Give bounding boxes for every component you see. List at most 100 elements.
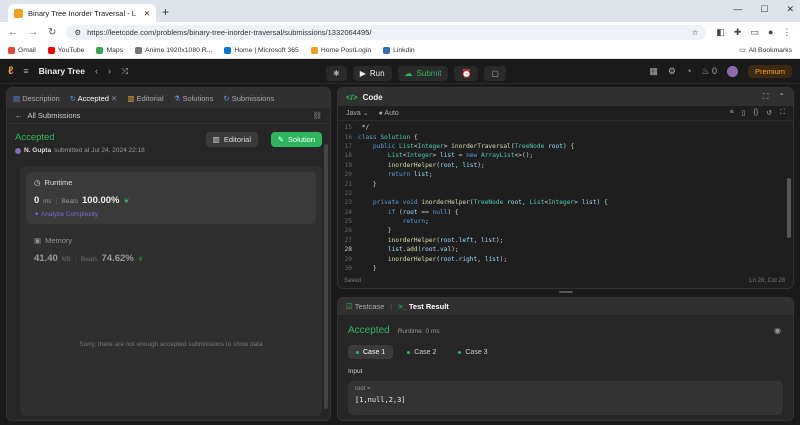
code-title: Code bbox=[362, 92, 383, 102]
test-result-panel: ☑ Testcase | >_ Test Result Accepted Run… bbox=[337, 297, 794, 421]
notifications-icon[interactable]: ◔ bbox=[686, 66, 691, 76]
bookmark-anime[interactable]: Anime 1920x1080 R... bbox=[135, 46, 212, 54]
memory-beats-value: 74.62% bbox=[101, 253, 134, 264]
case-2-button[interactable]: Case 2 bbox=[399, 345, 444, 359]
tab-solutions[interactable]: ⚗ Solutions bbox=[174, 94, 214, 103]
reset-icon[interactable]: ↺ bbox=[766, 109, 772, 117]
close-window-icon[interactable]: ✕ bbox=[786, 4, 794, 15]
bookmark-linkdin[interactable]: Linkdin bbox=[383, 46, 415, 54]
new-tab-icon[interactable]: + bbox=[162, 5, 169, 19]
code-line: 25 return; bbox=[344, 218, 429, 226]
bookmark-postlogin[interactable]: Home PostLogin bbox=[310, 46, 371, 54]
resize-handle[interactable] bbox=[558, 291, 573, 293]
collapse-icon[interactable]: ⌃ bbox=[778, 92, 785, 102]
input-var: root = bbox=[355, 386, 371, 392]
memory-card[interactable]: ▣ Memory 41.40 MB | Beats 74.62% ❦ bbox=[26, 224, 316, 264]
tab-description[interactable]: ▤ Description bbox=[13, 94, 60, 103]
all-bookmarks[interactable]: ▭ All Bookmarks bbox=[739, 46, 792, 55]
result-tabs: ☑ Testcase | >_ Test Result bbox=[338, 298, 793, 315]
bookmark-microsoft[interactable]: Home | Microsoft 365 bbox=[224, 46, 299, 54]
case-tabs: Case 1 Case 2 Case 3 bbox=[338, 336, 793, 359]
reload-icon[interactable]: ↻ bbox=[48, 27, 56, 38]
code-editor[interactable]: 15 */ 16 class Solution { 17 public List <… bbox=[338, 123, 793, 272]
code-scrollbar[interactable] bbox=[787, 178, 791, 238]
editorial-button[interactable]: ▥ Editorial bbox=[205, 132, 258, 147]
bookmark-maps[interactable]: Maps bbox=[96, 46, 123, 54]
menu-icon[interactable]: ⋮ bbox=[782, 27, 791, 38]
premium-button[interactable]: Premium bbox=[747, 64, 792, 78]
submit-button[interactable]: ☁ Submit bbox=[397, 66, 449, 81]
tab-submissions[interactable]: ↻ Submissions bbox=[223, 94, 274, 103]
code-line: 30 } bbox=[344, 265, 377, 273]
list-icon[interactable]: ≡ bbox=[23, 66, 28, 76]
expand-icon[interactable]: ⛶ bbox=[763, 92, 769, 102]
layout-icon[interactable]: ▦ bbox=[649, 66, 658, 77]
runtime-value: 0 bbox=[34, 195, 40, 206]
submission-time: submitted at Jul 24, 2024 22:18 bbox=[54, 147, 145, 154]
tab-testcase[interactable]: ☑ Testcase bbox=[346, 302, 384, 311]
language-select[interactable]: Java ⌄ bbox=[346, 109, 369, 117]
fullscreen-icon[interactable]: ⛶ bbox=[780, 109, 785, 117]
bookmark-youtube[interactable]: YouTube bbox=[47, 46, 84, 54]
back-arrow-icon[interactable]: ← bbox=[15, 111, 23, 120]
analyze-complexity-link[interactable]: ✦ Analyze Complexity bbox=[34, 210, 308, 218]
code-line: 16 class Solution { bbox=[344, 133, 418, 141]
debug-button[interactable]: ✱ bbox=[326, 66, 347, 81]
case-1-button[interactable]: Case 1 bbox=[348, 345, 394, 359]
pencil-icon: ✎ bbox=[277, 135, 284, 144]
code-line: 19 inorderHelper(root, list); bbox=[344, 161, 485, 169]
streak-icon[interactable]: ♨ 0 bbox=[701, 66, 717, 77]
notes-button[interactable]: ▢ bbox=[484, 66, 506, 81]
problem-list-title[interactable]: Binary Tree bbox=[39, 66, 85, 76]
avatar[interactable] bbox=[726, 65, 738, 77]
streak-count: 0 bbox=[711, 65, 717, 76]
saved-status: Saved bbox=[344, 278, 362, 284]
forward-icon[interactable]: → bbox=[28, 27, 38, 38]
address-bar-row: ← → ↻ ⚙ https://leetcode.com/problems/bi… bbox=[0, 22, 800, 42]
run-button[interactable]: ▶ Run bbox=[352, 66, 392, 81]
close-tab-accepted-icon[interactable]: ✕ bbox=[111, 94, 117, 103]
leetcode-logo-icon[interactable]: ℓ bbox=[8, 65, 13, 77]
site-info-icon[interactable]: ⚙ bbox=[74, 28, 81, 37]
auto-indicator[interactable]: ● Auto bbox=[379, 110, 399, 117]
maximize-icon[interactable]: ☐ bbox=[760, 4, 768, 15]
extension-icon[interactable]: ◧ bbox=[716, 27, 725, 38]
braces-icon[interactable]: {} bbox=[754, 109, 759, 117]
window-controls: — ☐ ✕ bbox=[733, 4, 794, 15]
share-link-icon[interactable]: ⛓ bbox=[312, 111, 322, 120]
puzzle-icon[interactable]: ✚ bbox=[734, 27, 742, 38]
tab-test-result[interactable]: >_ Test Result bbox=[398, 302, 449, 311]
all-submissions-link[interactable]: All Submissions bbox=[28, 111, 81, 120]
minimize-icon[interactable]: — bbox=[733, 4, 742, 15]
leaf-icon: ❦ bbox=[137, 256, 144, 263]
leaf-icon: ❦ bbox=[123, 198, 130, 205]
sidepanel-icon[interactable]: ▭ bbox=[750, 27, 759, 38]
code-line: 18 List < Integer > list = new ArrayList <>(… bbox=[344, 152, 534, 160]
eye-icon[interactable]: ◉ bbox=[774, 326, 781, 335]
cursor-position: Ln 28, Col 28 bbox=[749, 278, 785, 284]
next-problem-icon[interactable]: › bbox=[108, 66, 111, 76]
submission-user[interactable]: N. Gupta bbox=[24, 147, 51, 154]
runtime-card[interactable]: ◷ Runtime 0 ms | Beats 100.00% ❦ ✦ Analyz… bbox=[26, 172, 316, 224]
profile-icon[interactable]: ● bbox=[768, 27, 773, 38]
notes-icon: ▢ bbox=[491, 69, 499, 78]
timer-button[interactable]: ⏰ bbox=[454, 66, 479, 81]
code-line: 26 } bbox=[344, 227, 392, 235]
browser-tab[interactable]: Binary Tree Inorder Traversal - L ✕ bbox=[8, 4, 156, 22]
tab-editorial[interactable]: ▥ Editorial bbox=[127, 94, 163, 103]
star-icon[interactable]: ☆ bbox=[692, 28, 699, 37]
tab-accepted[interactable]: ↻ Accepted ✕ bbox=[70, 94, 118, 103]
close-tab-icon[interactable]: ✕ bbox=[144, 9, 150, 18]
bookmark-icon[interactable]: ▯ bbox=[742, 109, 746, 117]
solution-button[interactable]: ✎ Solution bbox=[270, 132, 322, 147]
prev-problem-icon[interactable]: ‹ bbox=[95, 66, 98, 76]
format-icon[interactable]: ≡ bbox=[730, 109, 734, 117]
left-scrollbar[interactable] bbox=[324, 144, 328, 409]
bookmark-gmail[interactable]: Gmail bbox=[8, 46, 36, 54]
back-icon[interactable]: ← bbox=[8, 27, 18, 38]
code-line: 29 inorderHelper(root. right, list); bbox=[344, 255, 508, 263]
url-omnibox[interactable]: ⚙ https://leetcode.com/problems/binary-t… bbox=[66, 24, 707, 40]
shuffle-icon[interactable]: ⤨ bbox=[121, 66, 128, 77]
settings-icon[interactable]: ⚙ bbox=[668, 66, 676, 77]
case-3-button[interactable]: Case 3 bbox=[450, 345, 495, 359]
